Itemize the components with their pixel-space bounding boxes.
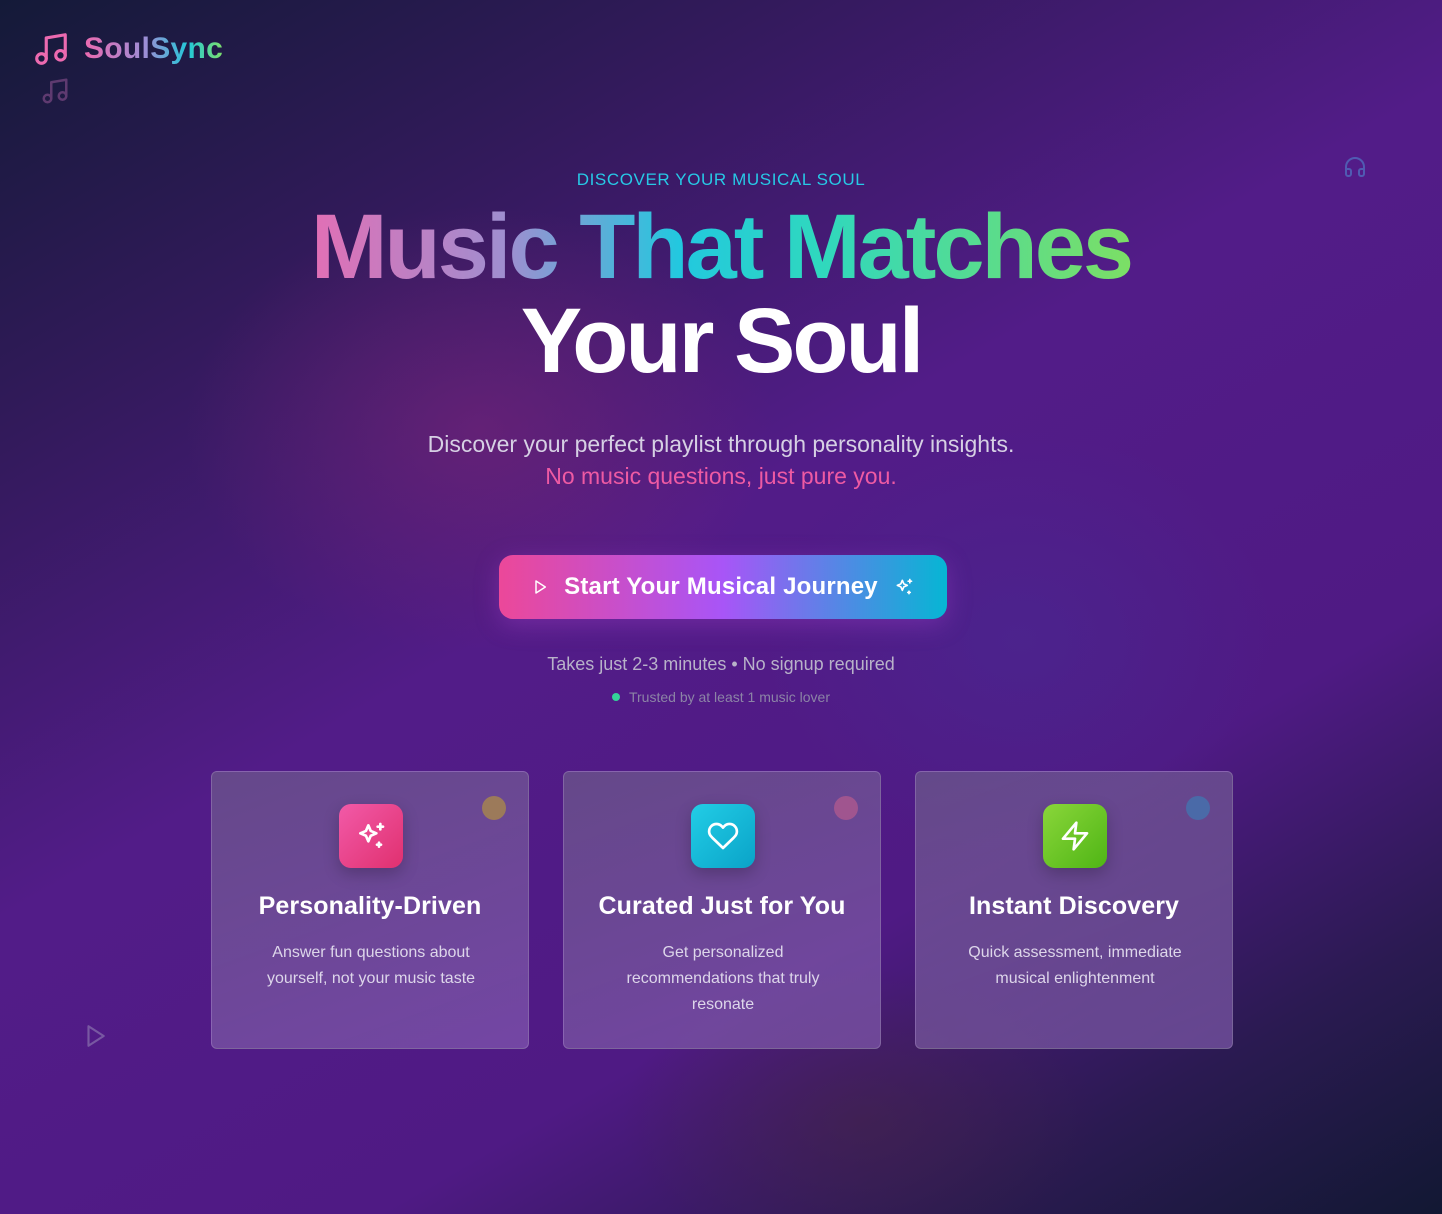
brand-name: SoulSync — [84, 32, 224, 65]
heart-icon — [691, 804, 755, 868]
feature-title: Curated Just for You — [598, 892, 846, 920]
start-journey-label: Start Your Musical Journey — [564, 573, 878, 600]
hero-headline: Music That Matches Your Soul — [0, 200, 1442, 388]
play-icon — [82, 1023, 108, 1054]
feature-description: Quick assessment, immediate musical enli… — [968, 944, 1182, 987]
music-note-icon — [32, 30, 70, 68]
lightning-icon — [1043, 804, 1107, 868]
feature-card-curated: Curated Just for You Get personalized re… — [563, 771, 881, 1049]
trust-indicator: Trusted by at least 1 music lover — [0, 689, 1442, 705]
play-icon — [532, 579, 548, 595]
decorative-dot — [482, 796, 506, 820]
start-journey-button[interactable]: Start Your Musical Journey — [499, 555, 947, 619]
headline-line-1: Music That Matches — [310, 196, 1134, 298]
time-note: Takes just 2-3 minutes • No signup requi… — [547, 654, 895, 674]
feature-description: Answer fun questions about yourself, not… — [266, 944, 476, 987]
feature-card-personality: Personality-Driven Answer fun questions … — [211, 771, 529, 1049]
feature-description: Get personalized recommendations that tr… — [626, 944, 820, 1013]
decorative-dot — [1186, 796, 1210, 820]
feature-card-instant: Instant Discovery Quick assessment, imme… — [915, 771, 1233, 1049]
headline-line-2: Your Soul — [520, 290, 925, 392]
status-dot — [611, 693, 620, 701]
subtitle-accent-text: No music questions, just pure you. — [545, 463, 897, 489]
subtitle-text: Discover your perfect playlist through p… — [427, 431, 1015, 457]
feature-title: Personality-Driven — [258, 892, 482, 920]
hero-eyebrow: DISCOVER YOUR MUSICAL SOUL — [576, 170, 866, 189]
trust-text: Trusted by at least 1 music lover — [628, 689, 830, 705]
music-note-icon — [40, 76, 70, 111]
hero-subtitle: Discover your perfect playlist through p… — [0, 428, 1442, 492]
decorative-dot — [834, 796, 858, 820]
sparkles-icon — [339, 804, 403, 868]
feature-title: Instant Discovery — [968, 892, 1180, 920]
sparkles-icon — [894, 577, 914, 597]
brand-logo[interactable]: SoulSync — [32, 30, 223, 68]
